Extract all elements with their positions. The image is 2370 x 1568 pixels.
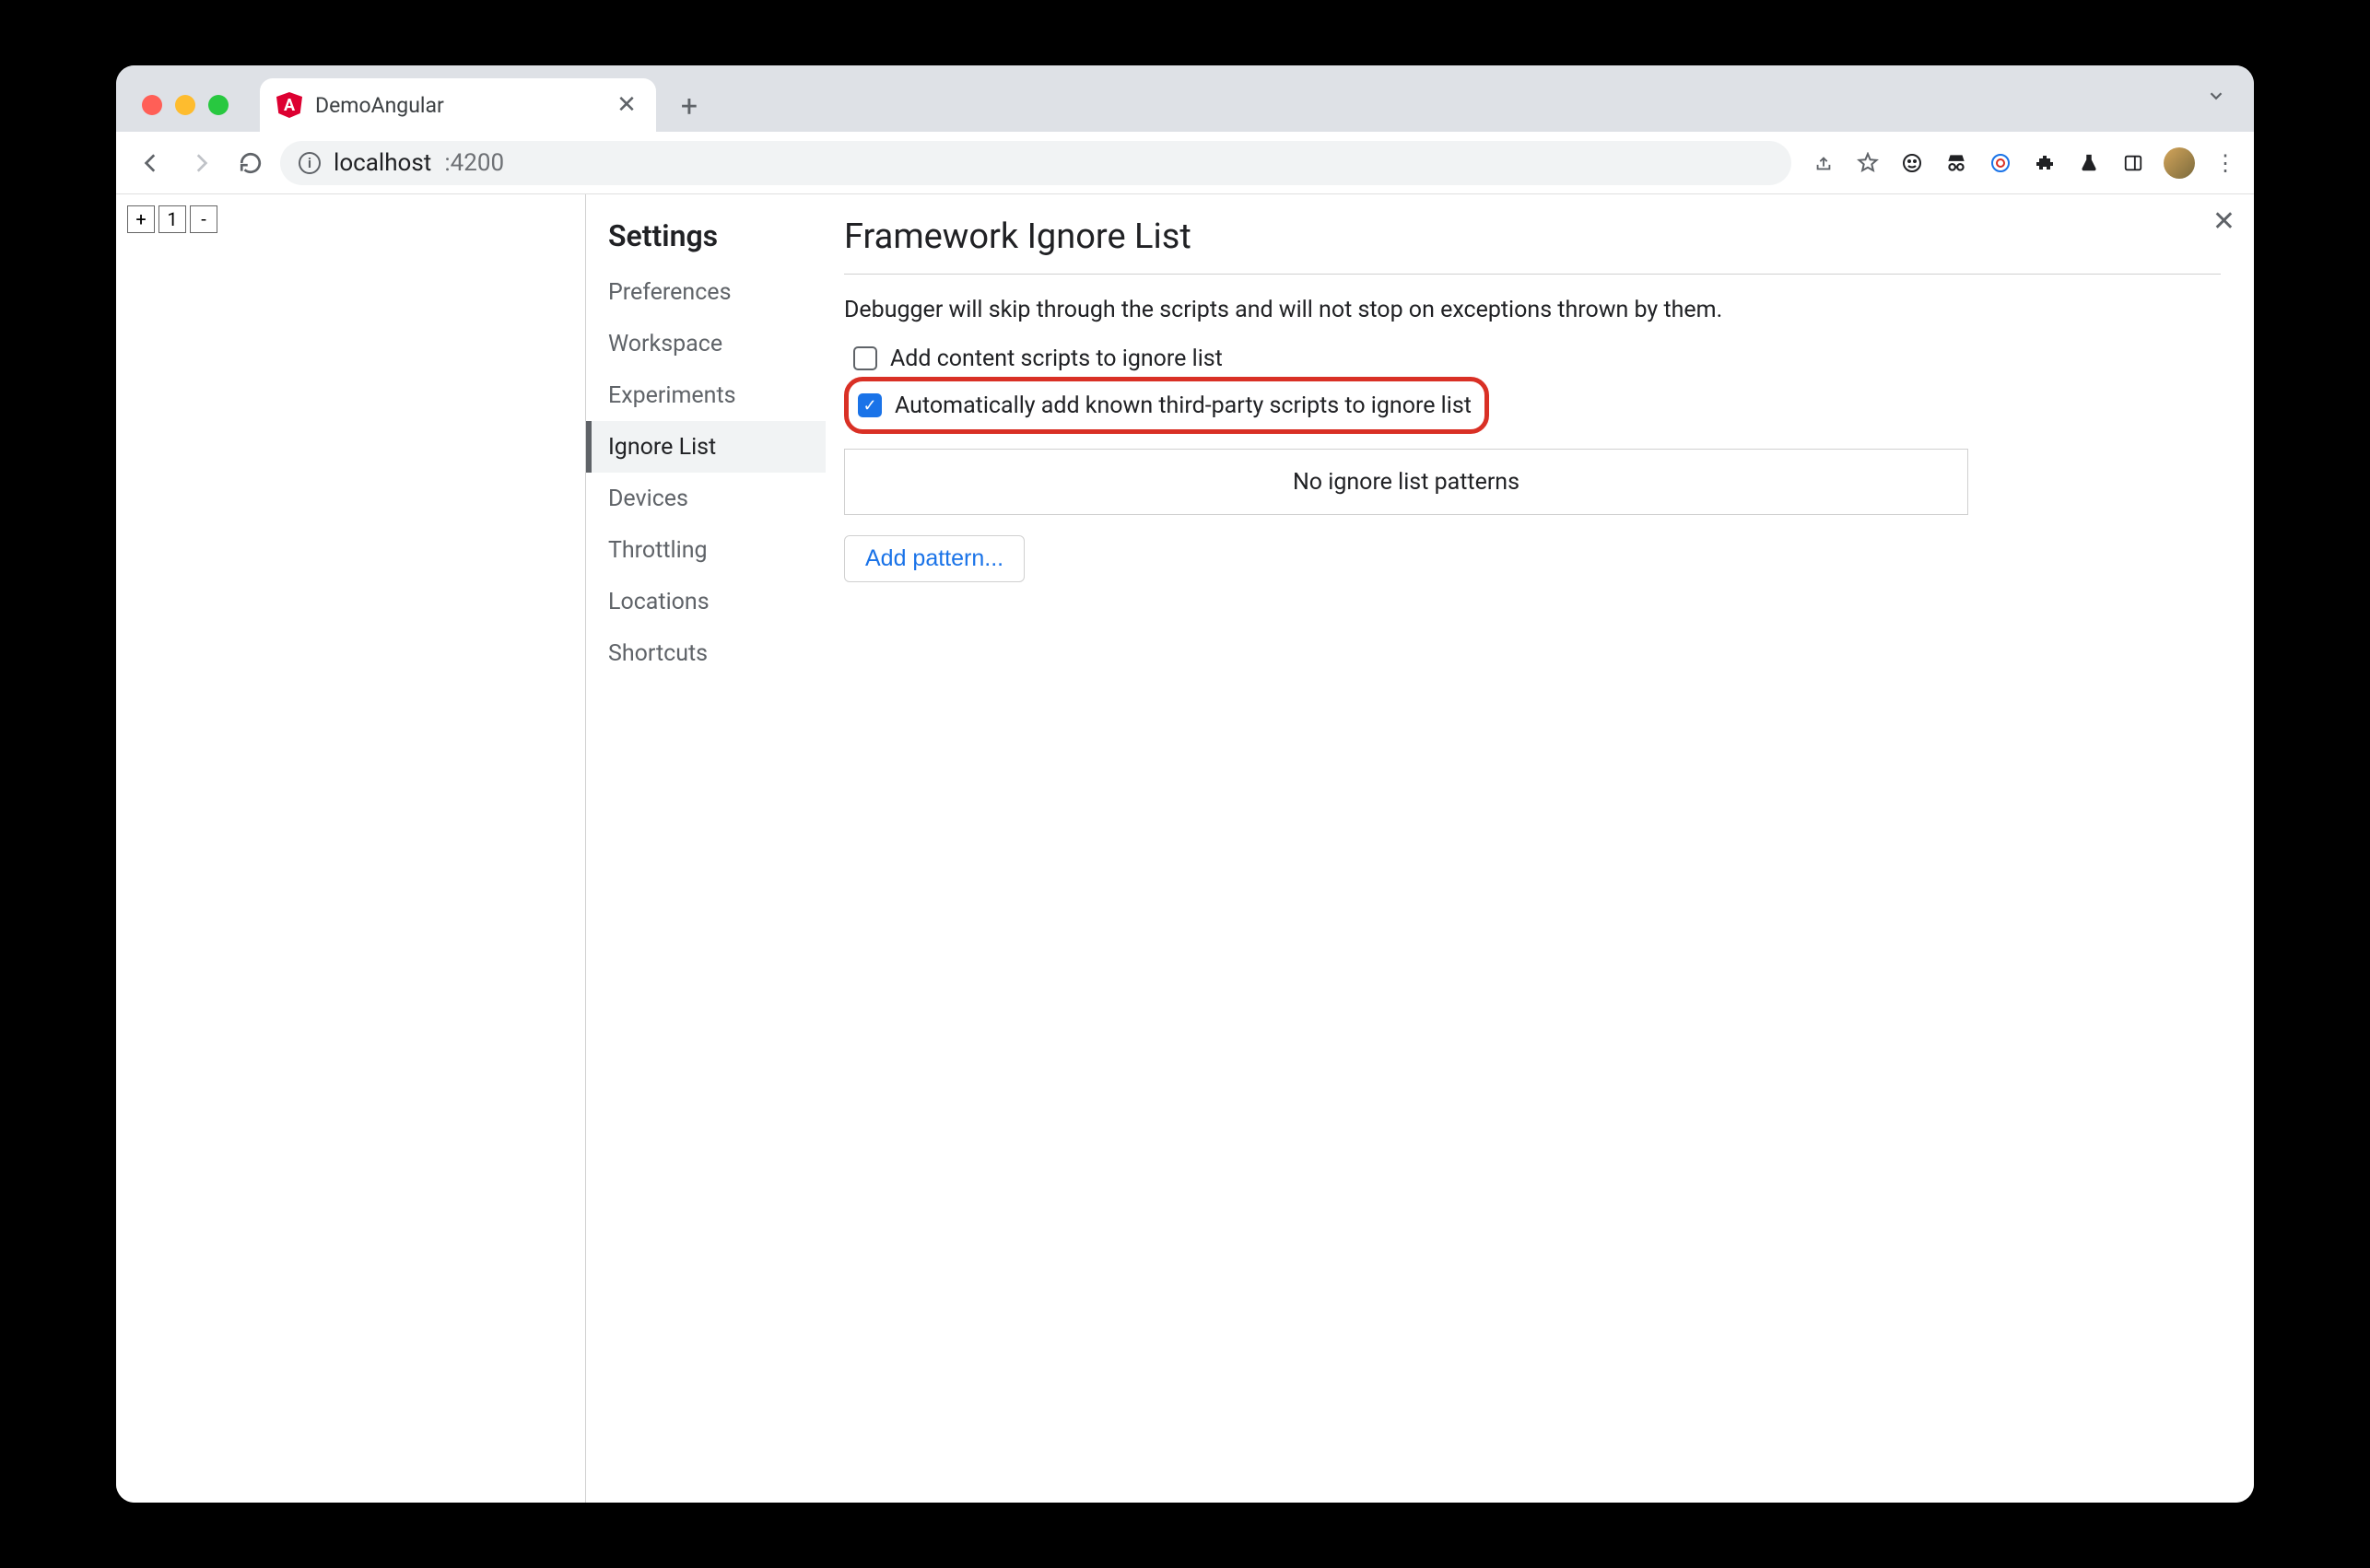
decrement-button[interactable]: - [190,205,217,233]
page-viewport: + 1 - [116,194,586,1503]
nav-experiments[interactable]: Experiments [586,369,826,421]
settings-close-button[interactable]: ✕ [2212,205,2235,238]
toolbar-actions: ⋮ [1810,147,2239,179]
nav-throttling[interactable]: Throttling [586,524,826,576]
checkbox-icon [853,346,877,370]
window-controls [142,95,229,115]
nav-locations[interactable]: Locations [586,576,826,627]
settings-title: Settings [586,207,826,266]
empty-patterns-text: No ignore list patterns [1293,469,1519,496]
counter-widget: + 1 - [127,205,574,233]
increment-button[interactable]: + [127,205,155,233]
nav-devices[interactable]: Devices [586,473,826,524]
browser-menu-button[interactable]: ⋮ [2212,149,2239,177]
highlight-annotation: ✓ Automatically add known third-party sc… [844,377,1489,434]
minimize-window-button[interactable] [175,95,195,115]
extension-icon-1[interactable] [1898,149,1926,177]
browser-tab[interactable]: A DemoAngular ✕ [260,78,656,132]
panel-heading: Framework Ignore List [844,216,2221,275]
site-info-icon[interactable]: i [299,152,321,174]
panel-description: Debugger will skip through the scripts a… [844,297,2221,323]
checkbox-label: Add content scripts to ignore list [890,345,1223,372]
close-tab-button[interactable]: ✕ [614,92,639,118]
angular-icon: A [276,92,302,118]
nav-shortcuts[interactable]: Shortcuts [586,627,826,679]
toolbar: i localhost :4200 ⋮ [116,132,2254,194]
tabs-overflow-button[interactable] [2206,86,2226,111]
close-window-button[interactable] [142,95,162,115]
forward-button[interactable] [181,143,221,183]
checkbox-label: Automatically add known third-party scri… [895,392,1472,419]
nav-workspace[interactable]: Workspace [586,318,826,369]
tab-title: DemoAngular [315,93,601,118]
settings-sidebar: Settings Preferences Workspace Experimen… [586,194,826,1503]
profile-avatar[interactable] [2164,147,2195,179]
checkbox-third-party[interactable]: ✓ Automatically add known third-party sc… [858,387,1472,424]
content-area: + 1 - ✕ Settings Preferences Workspace E… [116,194,2254,1503]
extension-icon-2[interactable] [1987,149,2014,177]
settings-content: Framework Ignore List Debugger will skip… [826,194,2254,1503]
share-icon[interactable] [1810,149,1837,177]
ignore-patterns-list: No ignore list patterns [844,449,1968,515]
panel-icon[interactable] [2119,149,2147,177]
labs-icon[interactable] [2075,149,2103,177]
new-tab-button[interactable]: + [667,84,711,128]
bookmark-icon[interactable] [1854,149,1882,177]
checkbox-icon-checked: ✓ [858,393,882,417]
add-pattern-button[interactable]: Add pattern... [844,535,1025,582]
extensions-icon[interactable] [2031,149,2059,177]
incognito-icon[interactable] [1942,149,1970,177]
settings-nav: Preferences Workspace Experiments Ignore… [586,266,826,679]
tab-strip: A DemoAngular ✕ + [116,65,2254,132]
address-bar[interactable]: i localhost :4200 [280,141,1791,185]
url-port: :4200 [444,149,504,177]
maximize-window-button[interactable] [208,95,229,115]
checkbox-content-scripts[interactable]: Add content scripts to ignore list [853,340,2221,377]
url-host: localhost [334,149,431,177]
counter-value: 1 [158,205,186,233]
devtools-settings-panel: ✕ Settings Preferences Workspace Experim… [586,194,2254,1503]
back-button[interactable] [131,143,171,183]
nav-preferences[interactable]: Preferences [586,266,826,318]
browser-window: A DemoAngular ✕ + i localhost :4200 [116,65,2254,1503]
reload-button[interactable] [230,143,271,183]
nav-ignore-list[interactable]: Ignore List [586,421,826,473]
